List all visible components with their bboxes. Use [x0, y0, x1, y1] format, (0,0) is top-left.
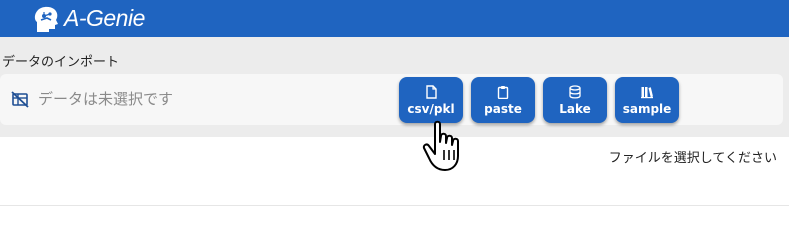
paste-label: paste: [484, 102, 522, 116]
data-status: データは未選択です: [11, 88, 173, 109]
hand-pointer-cursor-icon: [421, 120, 475, 178]
csv-pkl-button[interactable]: csv/pkl: [399, 77, 463, 123]
app-logo[interactable]: A-Genie: [32, 0, 145, 37]
select-file-hint: ファイルを選択してください: [608, 151, 777, 166]
books-icon: [640, 84, 654, 99]
sample-button[interactable]: sample: [615, 77, 679, 123]
app-name: A-Genie: [64, 5, 145, 31]
paste-button[interactable]: paste: [471, 77, 535, 123]
import-section: データのインポート データは未選択です csv/pkl paste Lake s…: [0, 37, 789, 137]
status-text: データは未選択です: [38, 90, 174, 108]
section-title: データのインポート: [2, 55, 120, 70]
sample-label: sample: [622, 102, 672, 116]
app-header: A-Genie: [0, 0, 789, 37]
brain-head-icon: [32, 4, 62, 34]
file-icon: [424, 84, 438, 99]
no-data-icon: [11, 90, 29, 108]
database-icon: [568, 84, 582, 99]
lake-label: Lake: [559, 102, 591, 116]
csv-pkl-label: csv/pkl: [407, 102, 455, 116]
divider: [0, 205, 789, 206]
lake-button[interactable]: Lake: [543, 77, 607, 123]
clipboard-icon: [496, 84, 510, 100]
